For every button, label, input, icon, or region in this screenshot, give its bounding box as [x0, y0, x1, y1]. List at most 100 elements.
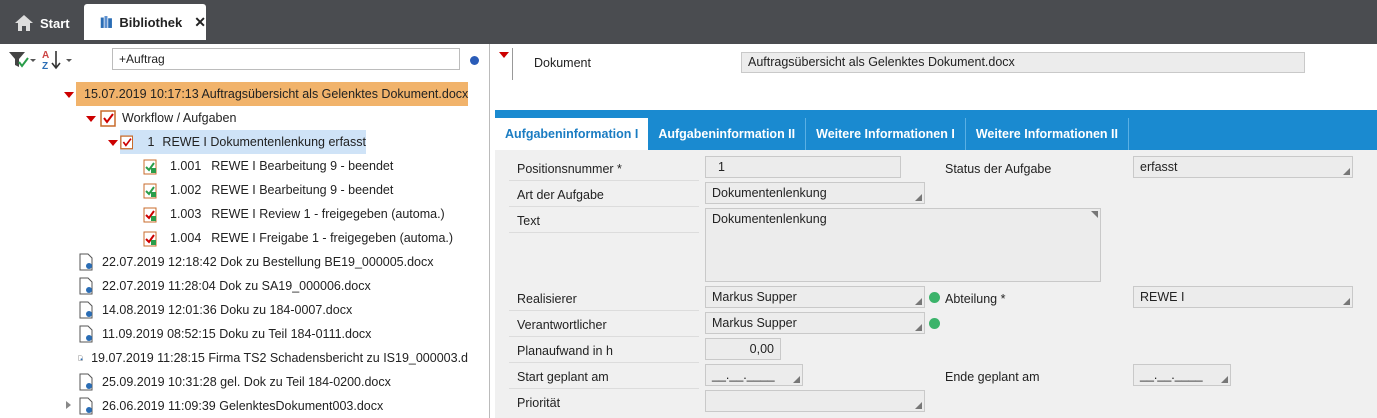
tree-document-label: 11.09.2019 08:52:15 Doku zu Teil 184-011… — [102, 327, 372, 341]
tree-workflow[interactable]: Workflow / Aufgaben — [100, 106, 236, 130]
art-value: Dokumentenlenkung — [712, 186, 827, 200]
subtask-label: REWE I Bearbeitung 9 - beendet — [211, 183, 394, 197]
dropdown-corner-icon — [1343, 298, 1350, 305]
tab-library-label: Bibliothek — [119, 14, 183, 30]
subtask-number: 1.004 — [170, 231, 202, 245]
task-check-icon — [100, 110, 116, 127]
task-check-icon — [120, 135, 134, 150]
presence-dot — [929, 292, 940, 303]
dropdown-corner-icon — [915, 194, 922, 201]
verantwortlicher-value: Markus Supper — [712, 316, 797, 330]
expand-caret-icon[interactable] — [64, 92, 74, 98]
tab-start[interactable]: Start — [6, 8, 78, 38]
search-input[interactable] — [112, 48, 460, 70]
tree-document[interactable]: 22.07.2019 12:18:42 Dok zu Bestellung BE… — [78, 250, 434, 274]
verantwortlicher-label: Verantwortlicher — [517, 318, 607, 332]
sort-az-icon: A Z — [42, 50, 72, 71]
prioritaet-field[interactable] — [705, 390, 925, 412]
tree-task[interactable]: 1 REWE I Dokumentenlenkung erfasst — [120, 130, 366, 154]
tree-root-document[interactable]: 15.07.2019 10:17:13 Auftragsübersicht al… — [76, 82, 468, 106]
positionsnummer-label: Positionsnummer * — [517, 162, 622, 176]
realisierer-field[interactable]: Markus Supper — [705, 286, 925, 308]
tab-weitere-informationen-1[interactable]: Weitere Informationen I — [806, 118, 966, 150]
text-area[interactable]: Dokumentenlenkung — [705, 208, 1101, 282]
ende-label: Ende geplant am — [945, 370, 1040, 384]
tree-subtask[interactable]: 1.001 REWE I Bearbeitung 9 - beendet — [142, 154, 393, 178]
subtask-number: 1.002 — [170, 183, 202, 197]
positionsnummer-field[interactable]: 1 — [705, 156, 901, 178]
planaufwand-label: Planaufwand in h — [517, 344, 613, 358]
planaufwand-value: 0,00 — [749, 342, 774, 356]
collapse-caret-icon[interactable] — [499, 52, 509, 58]
tree-document[interactable]: 11.09.2019 08:52:15 Doku zu Teil 184-011… — [78, 322, 371, 346]
home-icon — [15, 15, 33, 31]
tree-subtask[interactable]: 1.003 REWE I Review 1 - freigegeben (aut… — [142, 202, 445, 226]
date-picker-corner-icon — [1221, 376, 1228, 383]
abteilung-value: REWE I — [1140, 290, 1185, 304]
document-icon — [79, 301, 93, 319]
tree-root-label: 15.07.2019 10:17:13 Auftragsübersicht al… — [84, 87, 469, 101]
ende-date-field[interactable]: __.__.____ — [1133, 364, 1231, 386]
resize-corner-icon — [1091, 211, 1098, 218]
tree-document[interactable]: 26.06.2019 11:09:39 GelenktesDokument003… — [78, 394, 383, 418]
document-icon — [79, 277, 93, 295]
document-value: Auftragsübersicht als Gelenktes Dokument… — [748, 55, 1015, 69]
tree-task-label: REWE I Dokumentenlenkung erfasst — [162, 135, 366, 149]
expand-caret-icon[interactable] — [108, 140, 118, 146]
date-picker-corner-icon — [793, 376, 800, 383]
tab-aufgabeninformation-2[interactable]: Aufgabeninformation II — [648, 118, 807, 150]
subtask-icon — [143, 183, 157, 199]
tree-document[interactable]: 25.09.2019 10:31:28 gel. Dok zu Teil 184… — [78, 370, 391, 394]
planaufwand-field[interactable]: 0,00 — [705, 338, 781, 360]
subtask-number: 1.001 — [170, 159, 202, 173]
expand-caret-icon[interactable] — [86, 116, 96, 122]
dropdown-corner-icon — [915, 298, 922, 305]
tree-subtask[interactable]: 1.004 REWE I Freigabe 1 - freigegeben (a… — [142, 226, 453, 250]
filter-icon — [9, 52, 36, 68]
abteilung-label: Abteilung * — [945, 292, 1006, 306]
document-icon — [79, 397, 93, 415]
tree-document[interactable]: 14.08.2019 12:01:36 Doku zu 184-0007.doc… — [78, 298, 352, 322]
tree-document-label: 14.08.2019 12:01:36 Doku zu 184-0007.doc… — [102, 303, 353, 317]
svg-text:Z: Z — [42, 61, 48, 71]
document-field[interactable]: Auftragsübersicht als Gelenktes Dokument… — [741, 52, 1305, 73]
filter-button[interactable] — [8, 50, 36, 70]
art-label: Art der Aufgabe — [517, 188, 604, 202]
tab-weitere-informationen-2[interactable]: Weitere Informationen II — [966, 118, 1129, 150]
sort-button[interactable]: A Z — [42, 50, 74, 71]
ende-value: __.__.____ — [1140, 368, 1203, 382]
tree-document[interactable]: 19.07.2019 11:28:15 Firma TS2 Schadensbe… — [78, 346, 468, 370]
tree-subtask[interactable]: 1.002 REWE I Bearbeitung 9 - beendet — [142, 178, 393, 202]
collapse-caret-icon[interactable] — [66, 401, 71, 409]
library-tree-panel: A Z 15.07.2019 10:17:13 Auftragsübersich… — [0, 44, 490, 418]
status-value: erfasst — [1140, 160, 1178, 174]
subtask-label: REWE I Review 1 - freigegeben (automa.) — [211, 207, 445, 221]
status-dot — [470, 56, 479, 65]
detail-tabs: Aufgabeninformation I Aufgabeninformatio… — [495, 118, 1129, 150]
tab-start-label: Start — [40, 15, 70, 31]
verantwortlicher-field[interactable]: Markus Supper — [705, 312, 925, 334]
close-icon[interactable]: ✕ — [194, 14, 206, 31]
document-icon — [79, 373, 93, 391]
tree-document-label: 22.07.2019 12:18:42 Dok zu Bestellung BE… — [102, 255, 434, 269]
subtask-icon — [143, 207, 157, 223]
tab-library[interactable]: Bibliothek ✕ — [84, 4, 206, 40]
start-label: Start geplant am — [517, 370, 609, 384]
svg-text:A: A — [42, 50, 49, 61]
detail-panel: Dokument Auftragsübersicht als Gelenktes… — [491, 44, 1377, 418]
tree-toolbar: A Z — [0, 44, 490, 78]
tree-document[interactable]: 22.07.2019 11:28:04 Dok zu SA19_000006.d… — [78, 274, 371, 298]
dropdown-corner-icon — [915, 324, 922, 331]
dropdown-corner-icon — [1343, 168, 1350, 175]
realisierer-value: Markus Supper — [712, 290, 797, 304]
tree-document-label: 19.07.2019 11:28:15 Firma TS2 Schadensbe… — [91, 351, 468, 365]
positionsnummer-value: 1 — [718, 160, 725, 174]
document-label: Dokument — [534, 56, 591, 70]
library-icon — [100, 16, 112, 28]
start-date-field[interactable]: __.__.____ — [705, 364, 803, 386]
abteilung-field[interactable]: REWE I — [1133, 286, 1353, 308]
status-field[interactable]: erfasst — [1133, 156, 1353, 178]
tree-task-number: 1 — [147, 135, 155, 149]
tab-aufgabeninformation-1[interactable]: Aufgabeninformation I — [495, 118, 649, 150]
art-field[interactable]: Dokumentenlenkung — [705, 182, 925, 204]
